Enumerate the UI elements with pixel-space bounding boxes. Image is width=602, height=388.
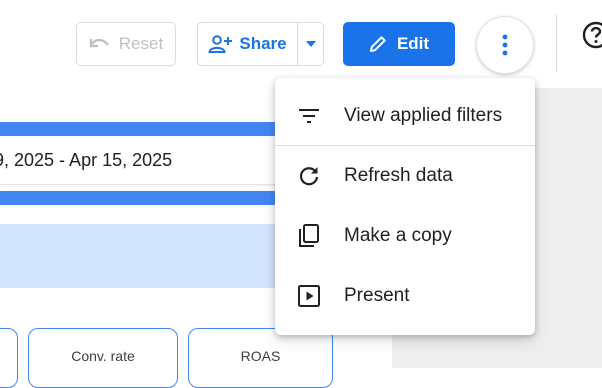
date-control-accent-bottom [0,191,300,205]
more-options-button[interactable] [476,16,534,74]
person-add-icon [208,35,233,53]
menu-item-view-applied-filters[interactable]: View applied filters [275,86,535,146]
edit-button[interactable]: Edit [343,22,455,66]
report-toolbar: Reset Share Edit [0,0,602,88]
scorecard-roas[interactable]: ROAS [188,328,333,388]
copy-icon [295,222,323,250]
scorecard-conv-rate[interactable]: Conv. rate [28,328,178,388]
menu-item-present[interactable]: Present [275,266,535,326]
date-range-text: 9, 2025 - Apr 15, 2025 [0,149,173,170]
menu-item-label: Make a copy [344,225,452,246]
share-button[interactable]: Share [198,23,297,65]
edit-button-label: Edit [396,34,430,53]
scorecard[interactable] [0,328,18,388]
caret-down-icon [305,41,316,47]
menu-item-label: Refresh data [344,165,453,186]
reset-button-label: Reset [118,34,164,53]
help-icon[interactable] [581,20,602,50]
share-button-group: Share [197,22,324,66]
date-range-control[interactable]: 9, 2025 - Apr 15, 2025 [0,136,300,184]
more-vertical-icon [502,34,508,56]
share-button-label: Share [239,34,287,53]
share-options-button[interactable] [297,23,323,65]
pencil-icon [369,36,386,52]
more-options-menu: View applied filters Refresh data Make a… [275,78,535,335]
present-icon [295,282,323,310]
scorecard-label: Conv. rate [71,348,135,364]
menu-item-label: Present [344,285,410,306]
menu-item-refresh-data[interactable]: Refresh data [275,146,535,206]
report-banner [0,224,300,288]
undo-icon [89,38,109,48]
menu-item-make-a-copy[interactable]: Make a copy [275,206,535,266]
filter-list-icon [295,102,323,130]
date-control-accent-top [0,122,300,136]
reset-button[interactable]: Reset [76,22,176,66]
scorecard-label: ROAS [240,348,281,364]
refresh-icon [295,162,323,190]
toolbar-divider [556,14,557,72]
menu-item-label: View applied filters [344,105,503,126]
